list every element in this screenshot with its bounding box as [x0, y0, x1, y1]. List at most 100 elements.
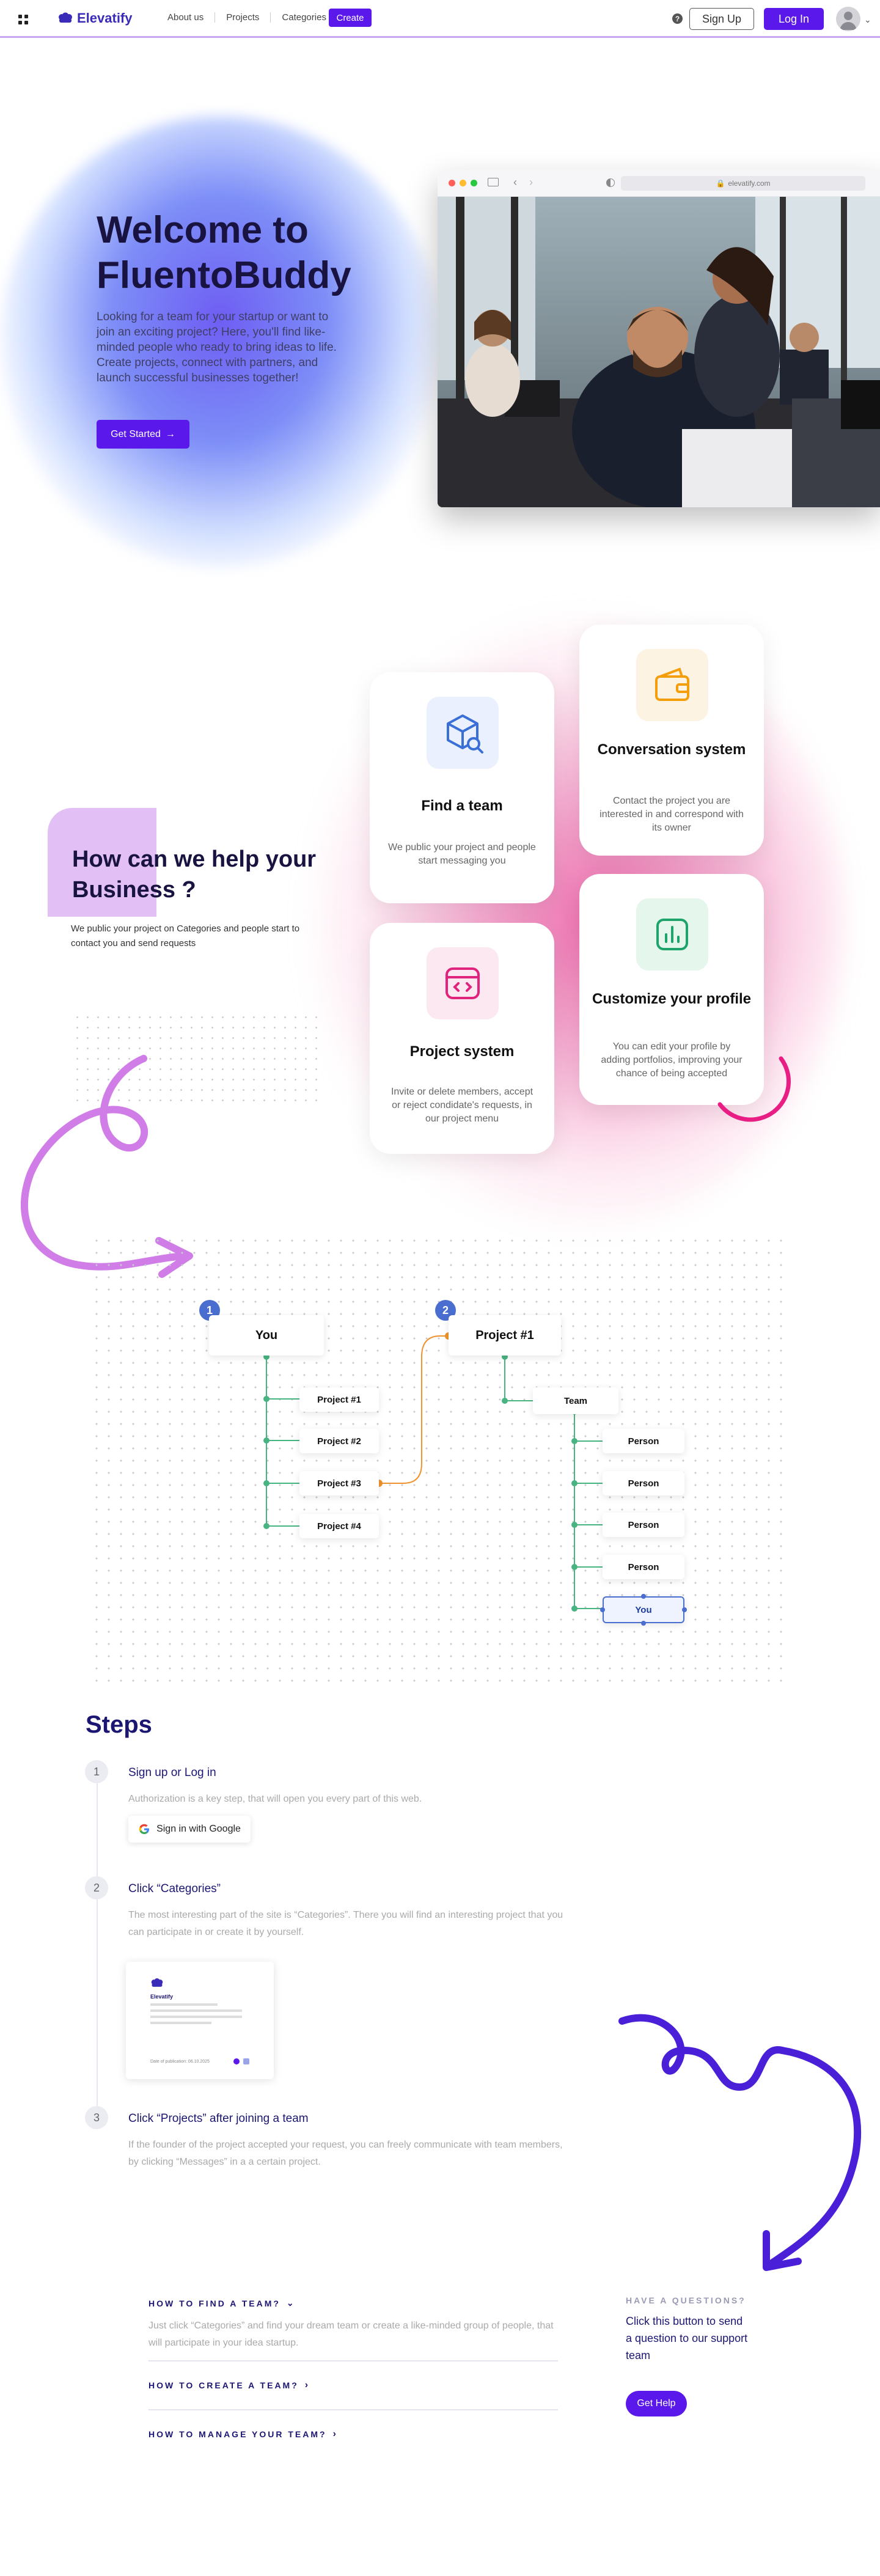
hero-office-photo [438, 197, 880, 507]
mini-project-card: Elevatify Date of publication: 06.10.202… [126, 1962, 274, 2079]
node-project-root[interactable]: Project #1 [449, 1315, 561, 1356]
chevron-right-icon: › [332, 2429, 336, 2439]
question-text: Click this button to send a question to … [626, 2315, 748, 2361]
hero-title: Welcome to FluentoBuddy [97, 209, 351, 296]
browser-mockup: ‹ › 🔒 elevatify.com [438, 170, 880, 507]
placeholder-line [150, 2003, 218, 2006]
shield-icon [606, 178, 615, 187]
step-title: Click “Categories” [128, 1882, 221, 1895]
minimize-dot-icon [460, 180, 466, 186]
signup-button[interactable]: Sign Up [689, 8, 754, 30]
user-icon [840, 12, 857, 30]
card-title: Find a team [421, 798, 503, 814]
mini-card-footer: Date of publication: 06.10.2025 [150, 2060, 210, 2064]
nav-about-link[interactable]: About us [156, 12, 216, 23]
nav-categories-link[interactable]: Categories [271, 12, 337, 23]
google-signin-button[interactable]: Sign in with Google [128, 1816, 251, 1843]
login-button[interactable]: Log In [764, 8, 824, 30]
card-text: Contact the project you are interested i… [600, 796, 744, 833]
placeholder-line [150, 2016, 242, 2018]
step-connector [97, 1899, 98, 2106]
logo-icon [151, 1978, 163, 1987]
bookmark-icon [243, 2058, 249, 2064]
arrow-right-icon: → [165, 428, 175, 439]
question-label: HAVE A QUESTIONS? [626, 2295, 746, 2305]
card-title: Conversation system [597, 741, 746, 758]
card-text: Invite or delete members, accept or reje… [391, 1087, 534, 1124]
share-icon [233, 2058, 240, 2064]
step-title: Click “Projects” after joining a team [128, 2112, 309, 2125]
faq-question: HOW TO CREATE A TEAM? [148, 2380, 299, 2390]
google-icon [139, 1824, 150, 1834]
node-person[interactable]: Person [603, 1513, 684, 1537]
url-bar[interactable]: 🔒 elevatify.com [621, 176, 865, 191]
card-find-team[interactable]: Find a team We public your project and p… [370, 672, 554, 903]
node-project-1[interactable]: Project #1 [299, 1387, 379, 1412]
nav-projects-link[interactable]: Projects [215, 12, 271, 23]
google-signin-label: Sign in with Google [156, 1824, 241, 1834]
cube-search-icon [427, 697, 499, 769]
brand-name: Elevatify [77, 10, 133, 26]
apps-grid-icon[interactable] [18, 15, 28, 24]
get-help-button[interactable]: Get Help [626, 2391, 687, 2416]
node-project-3[interactable]: Project #3 [299, 1471, 379, 1495]
faq-item-manage-team[interactable]: HOW TO MANAGE YOUR TEAM? › [148, 2429, 336, 2440]
chart-icon [636, 898, 708, 971]
node-project-4[interactable]: Project #4 [299, 1514, 379, 1538]
faq-item-find-team[interactable]: HOW TO FIND A TEAM? ⌄ [148, 2298, 294, 2308]
back-icon: ‹ [513, 176, 517, 188]
step-number: 2 [85, 1876, 108, 1899]
faq-divider [148, 2360, 558, 2361]
logo-icon [59, 12, 72, 23]
wallet-icon [636, 649, 708, 721]
card-conversation[interactable]: Conversation system Contact the project … [579, 625, 764, 856]
maximize-dot-icon [471, 180, 477, 186]
get-started-button[interactable]: Get Started → [97, 420, 189, 449]
selection-handles [600, 1594, 687, 1626]
nav-links: About us Projects Categories [156, 12, 337, 23]
squiggle-arrow-decoration [618, 2014, 862, 2271]
faq-question: HOW TO FIND A TEAM? [148, 2298, 280, 2308]
sidebar-toggle-icon [488, 178, 499, 186]
steps-title: Steps [86, 1711, 152, 1738]
step-text: The most interesting part of the site is… [128, 1910, 563, 1937]
code-window-icon [427, 947, 499, 1019]
chevron-right-icon: › [304, 2380, 309, 2390]
node-person[interactable]: Person [603, 1429, 684, 1453]
brand-logo[interactable]: Elevatify [57, 10, 133, 26]
chevron-down-icon[interactable]: ⌄ [864, 15, 871, 25]
node-you[interactable]: You [209, 1315, 324, 1356]
node-project-2[interactable]: Project #2 [299, 1429, 379, 1453]
card-project-system[interactable]: Project system Invite or delete members,… [370, 923, 554, 1154]
card-title: Project system [409, 1043, 515, 1060]
faq-item-create-team[interactable]: HOW TO CREATE A TEAM? › [148, 2380, 308, 2391]
faq-question: HOW TO MANAGE YOUR TEAM? [148, 2429, 327, 2439]
diagram-connectors [263, 1332, 603, 1612]
close-dot-icon [449, 180, 455, 186]
office-team-image [438, 197, 880, 507]
help-description: We public your project on Categories and… [71, 923, 300, 949]
top-navbar: Elevatify About us Projects Categories C… [0, 0, 880, 38]
forward-icon: › [529, 176, 533, 188]
get-started-label: Get Started [111, 428, 161, 439]
browser-toolbar: ‹ › 🔒 elevatify.com [438, 170, 880, 197]
create-button[interactable]: Create [329, 9, 372, 27]
avatar[interactable] [836, 7, 860, 31]
step-text: If the founder of the project accepted y… [128, 2140, 563, 2167]
faq-divider [148, 2409, 558, 2410]
node-person[interactable]: Person [603, 1555, 684, 1579]
help-title: How can we help your Business ? [72, 846, 317, 903]
step-text: Authorization is a key step, that will o… [128, 1794, 422, 1804]
step-title: Sign up or Log in [128, 1766, 216, 1779]
card-title: Customize your profile [592, 991, 752, 1007]
step-number: 3 [85, 2106, 108, 2129]
node-person[interactable]: Person [603, 1471, 684, 1495]
node-team[interactable]: Team [533, 1387, 618, 1414]
faq-answer: Just click “Categories” and find your dr… [148, 2321, 554, 2348]
card-text: We public your project and people start … [388, 842, 536, 866]
help-icon[interactable]: ? [672, 13, 683, 24]
lock-icon: 🔒 [716, 179, 725, 188]
chevron-down-icon: ⌄ [286, 2298, 294, 2308]
ring-decoration [717, 1056, 791, 1122]
url-text: elevatify.com [728, 179, 771, 188]
